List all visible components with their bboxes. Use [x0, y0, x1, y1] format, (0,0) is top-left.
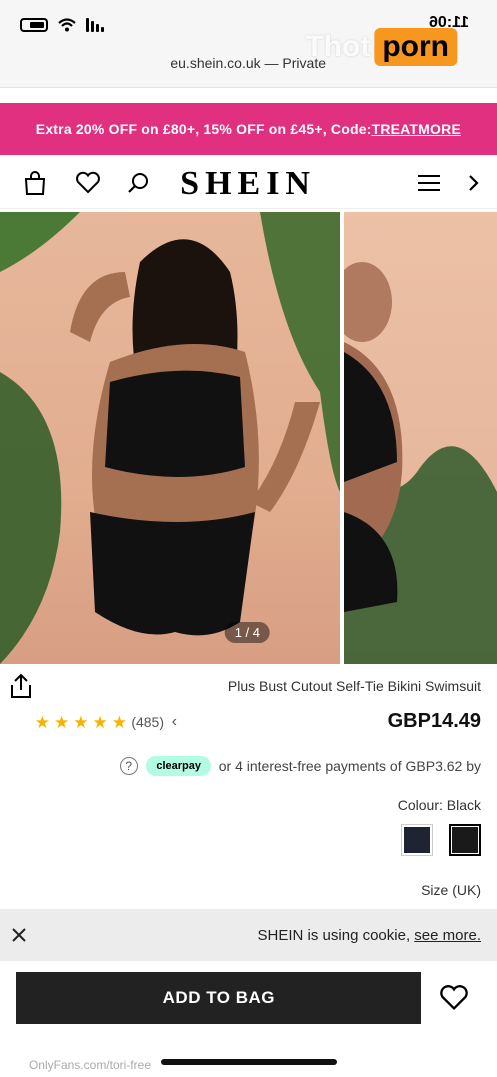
rating-summary[interactable]: › (485) ★ ★ ★ ★ ★	[34, 712, 181, 732]
product-title: Plus Bust Cutout Self-Tie Bikini Swimsui…	[228, 678, 481, 694]
chevron-right-icon: ›	[171, 713, 177, 730]
promo-text: Extra 20% OFF on £80+, 15% OFF on £45+, …	[36, 121, 461, 137]
promo-banner[interactable]: Extra 20% OFF on £80+, 15% OFF on £45+, …	[0, 103, 497, 155]
watermark-right-text: porn	[374, 28, 457, 66]
product-gallery[interactable]: 1 / 4	[0, 212, 497, 664]
header-wishlist-button[interactable]	[72, 167, 104, 199]
cookie-message-text: SHEIN is using cookie,	[257, 926, 411, 944]
heart-icon	[76, 171, 100, 194]
product-photo-secondary[interactable]	[344, 212, 497, 664]
cookie-close-button[interactable]	[9, 925, 29, 945]
home-indicator	[161, 1059, 337, 1065]
star-icon: ★	[92, 712, 108, 732]
add-to-bag-button[interactable]: ADD TO BAG	[16, 972, 421, 1024]
colour-swatches	[401, 824, 481, 856]
help-icon[interactable]: ?	[120, 757, 139, 775]
star-icon: ★	[73, 712, 89, 732]
product-price: GBP14.49	[388, 710, 481, 733]
review-count-text: (485)	[130, 714, 164, 730]
share-icon	[11, 673, 31, 698]
mobile-page: 11:06 eu.shein.co.uk — Private Extra 20%…	[0, 0, 497, 1077]
cookie-text: SHEIN is using cookie, see more.	[258, 927, 481, 944]
star-half-icon: ★	[111, 712, 127, 732]
close-icon	[12, 928, 26, 942]
site-header: SHEIN	[0, 157, 497, 209]
swatch-navy[interactable]	[401, 824, 433, 856]
cookie-message: SHEIN is using cookie, see more.	[258, 927, 481, 944]
product-title-text: Plus Bust Cutout Self-Tie Bikini Swimsui…	[227, 678, 481, 694]
wishlist-button[interactable]	[437, 981, 471, 1015]
watermark-left-text: Thot	[305, 30, 371, 63]
colour-label: Colour: Black	[398, 797, 481, 813]
star-icon: ★	[34, 712, 50, 732]
watermark-bottom: OnlyFans.com/tori-free	[29, 1058, 151, 1072]
swatch-black[interactable]	[449, 824, 481, 856]
shopping-bag-icon	[24, 171, 46, 195]
battery-icon	[20, 18, 48, 32]
cookie-see-more-link[interactable]: see more.	[414, 927, 481, 944]
cookie-banner: SHEIN is using cookie, see more.	[0, 909, 497, 961]
url-text: eu.shein.co.uk — Private	[170, 55, 327, 71]
clearpay-badge[interactable]: clearpay	[146, 756, 211, 776]
search-button[interactable]	[122, 167, 154, 199]
installment-text: or 4 interest-free payments of GBP3.62 b…	[219, 758, 481, 774]
review-count: (485)	[131, 714, 164, 730]
watermark-logo: Thot porn	[305, 28, 457, 66]
status-icons	[20, 18, 104, 32]
promo-code[interactable]: TREATMORE	[372, 121, 461, 137]
wifi-icon	[58, 18, 76, 32]
share-button[interactable]	[7, 672, 35, 700]
size-label: Size (UK)	[421, 882, 481, 898]
search-icon	[128, 173, 148, 193]
add-to-bag-label: ADD TO BAG	[162, 988, 275, 1007]
clearpay-label: clearpay	[156, 760, 201, 772]
promo-message: Extra 20% OFF on £80+, 15% OFF on £45+, …	[35, 121, 372, 137]
brand-name: SHEIN	[180, 165, 317, 202]
watermark-bottom-text: OnlyFans.com/tori-free	[28, 1058, 151, 1072]
bag-button[interactable]	[19, 167, 51, 199]
colour-label-text: Colour: Black	[397, 797, 481, 813]
installment-row: or 4 interest-free payments of GBP3.62 b…	[120, 756, 481, 776]
image-counter: 1 / 4	[224, 622, 270, 643]
installment-copy: or 4 interest-free payments of GBP3.62 b…	[218, 758, 481, 774]
price-text: GBP14.49	[387, 710, 481, 732]
cellular-signal-icon	[86, 18, 104, 32]
heart-icon	[440, 985, 468, 1011]
model-illustration	[0, 212, 340, 664]
size-label-text: Size (UK)	[421, 882, 481, 898]
star-icon: ★	[53, 712, 70, 732]
product-photo-main[interactable]: 1 / 4	[0, 212, 340, 664]
photo-illustration	[344, 262, 497, 664]
